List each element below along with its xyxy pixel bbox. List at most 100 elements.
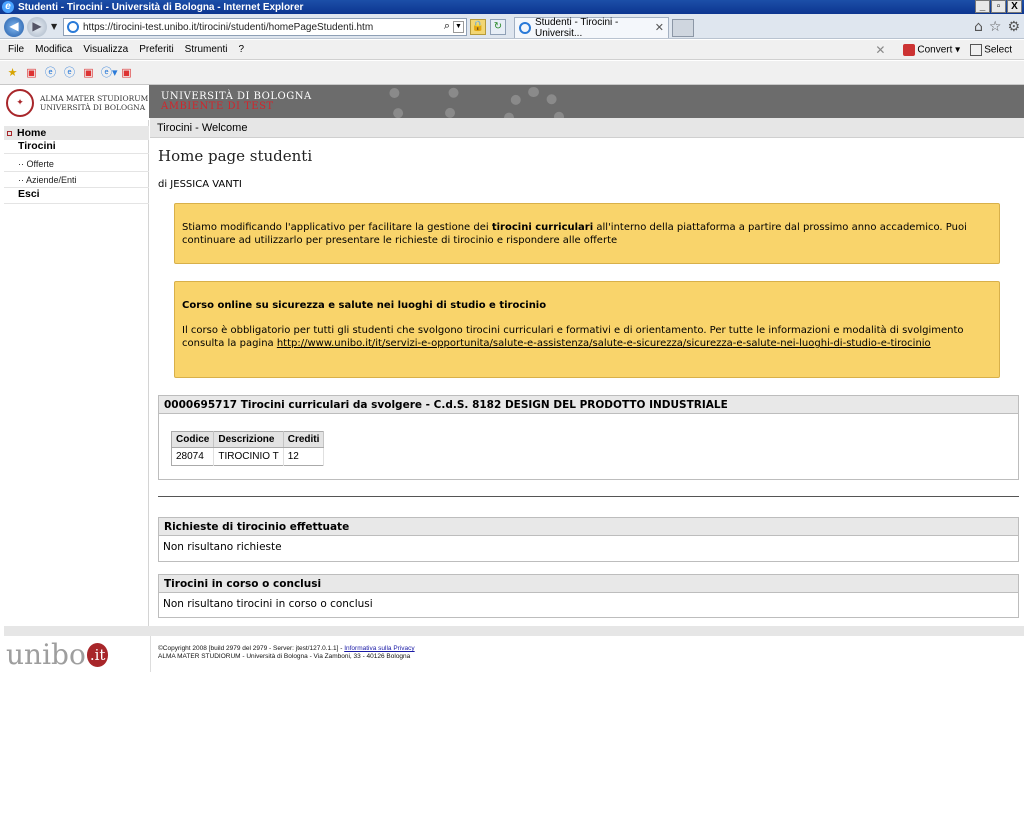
notice-title: Corso online su sicurezza e salute nei l… [182,300,547,311]
favorite-ie-icon[interactable]: ⓔ [44,66,57,79]
favorites-star-add-icon[interactable]: ★ [6,66,19,79]
alma-line1: Alma Mater Studiorum [40,93,149,103]
url-text[interactable]: https://tirocini-test.unibo.it/tirocini/… [83,22,373,33]
back-button[interactable]: ◀ [4,17,24,37]
web-page: ✦ Alma Mater Studiorum Università di Bol… [4,85,1024,817]
refresh-icon[interactable]: ↻ [490,19,506,35]
safety-course-notice: Corso online su sicurezza e salute nei l… [174,281,1000,378]
convert-icon [903,44,916,56]
convert-button[interactable]: Convert ▾ [903,44,960,56]
tab-close-icon[interactable]: ✕ [655,21,664,34]
header-band: UNIVERSITÀ DI BOLOGNA AMBIENTE DI TEST [149,85,1024,118]
info-notice: Stiamo modificando l'applicativo per fac… [174,203,1000,264]
requests-empty-text: Non risultano richieste [163,541,282,553]
footer-separator [150,636,151,672]
alma-mater-logo[interactable]: ✦ Alma Mater Studiorum Università di Bol… [4,85,149,120]
new-tab-button[interactable] [672,19,694,37]
breadcrumb: Tirocini - Welcome [150,118,1024,138]
requests-panel: Richieste di tirocinio effettuate Non ri… [158,517,1019,562]
gear-decoration-icon [504,87,564,118]
sidebar-item-aziende[interactable]: ·· Aziende/Enti [4,172,149,188]
home-icon[interactable]: ⌂ [974,19,983,35]
ongoing-panel: Tirocini in corso o conclusi Non risulta… [158,574,1019,618]
footer-text: ©Copyright 2008 [build 2979 del 2979 - S… [158,645,415,661]
address-dropdown-icon[interactable]: ▼ [453,21,464,33]
student-name: di JESSICA VANTI [158,179,242,190]
menu-strumenti[interactable]: Strumenti [185,44,228,55]
sidebar-item-home[interactable]: Home [4,126,149,140]
select-icon [970,44,983,56]
address-row: ◀ ▶ ▼ https://tirocini-test.unibo.it/tir… [0,14,1024,39]
favorite-page-icon[interactable]: ▣ [120,66,133,79]
sidebar-item-esci[interactable]: Esci [4,188,149,204]
sidebar: Home Tirocini ·· Offerte ·· Aziende/Enti… [4,120,149,626]
window-controls: _ ▫ X [975,0,1022,13]
favorites-star-icon[interactable]: ☆ [989,19,1002,35]
table-cell: TIROCINIO T [213,447,284,466]
alma-mater-text: Alma Mater Studiorum Università di Bolog… [40,94,148,112]
section-divider [158,496,1019,497]
menu-file[interactable]: File [8,44,24,55]
address-bar[interactable]: https://tirocini-test.unibo.it/tirocini/… [63,18,467,36]
toolbar-right: ✕ Convert ▾ Select [875,43,1012,57]
forward-button[interactable]: ▶ [27,17,47,37]
close-toolbar-icon[interactable]: ✕ [875,43,885,57]
page-title: Home page studenti [158,147,313,165]
gear-decoration-icon [389,85,459,118]
requests-panel-title: Richieste di tirocinio effettuate [159,518,1018,536]
column-header: Codice [171,431,215,448]
minimize-button[interactable]: _ [975,0,990,13]
courses-panel-title: 0000695717 Tirocini curriculari da svolg… [159,396,1018,414]
window-title-bar: e Studenti - Tirocini - Università di Bo… [0,0,1024,14]
search-icon[interactable]: ⌕ [444,20,450,33]
select-button[interactable]: Select [970,44,1012,56]
page-icon [67,21,79,33]
bullet-icon [7,130,12,136]
unibo-logo-text: unibo [6,638,86,671]
menu-visualizza[interactable]: Visualizza [83,44,128,55]
table-row: 28074 TIROCINIO T 12 [171,447,325,466]
footer-address: ALMA MATER STUDIORUM - Università di Bol… [158,653,411,660]
ongoing-empty-text: Non risultano tirocini in corso o conclu… [163,598,373,610]
favorite-ie-dropdown-icon[interactable]: ⓔ▾ [101,66,118,79]
menu-bar: File Modifica Visualizza Preferiti Strum… [0,40,1024,60]
privacy-link[interactable]: Informativa sulla Privacy [344,645,414,652]
environment-label: AMBIENTE DI TEST [161,101,274,112]
table-cell: 12 [283,447,325,466]
browser-tab[interactable]: Studenti - Tirocini - Universit... ✕ [514,17,669,39]
sidebar-item-offerte[interactable]: ·· Offerte [4,156,149,172]
ongoing-panel-title: Tirocini in corso o conclusi [159,575,1018,593]
alma-line2: Università di Bologna [40,102,146,112]
lock-icon[interactable]: 🔒 [470,19,486,35]
gear-icon[interactable]: ⚙ [1007,19,1020,35]
restore-button[interactable]: ▫ [991,0,1006,13]
menu-modifica[interactable]: Modifica [35,44,72,55]
sidebar-item-tirocini[interactable]: Tirocini [4,140,149,154]
unibo-logo-suffix: .it [86,642,109,667]
menu-help[interactable]: ? [238,44,244,55]
favorites-bar: ★ ▣ ⓔ ⓔ ▣ ⓔ▾ ▣ [0,61,1024,85]
notice-bold-text: tirocini curriculari [491,222,594,233]
table-header-row: Codice Descrizione Crediti [171,431,325,448]
favorite-ie-icon[interactable]: ⓔ [63,66,76,79]
select-label: Select [984,44,1012,56]
window-title: Studenti - Tirocini - Università di Bolo… [18,1,304,13]
copyright-text: ©Copyright 2008 [build 2979 del 2979 - S… [158,645,345,652]
courses-panel: 0000695717 Tirocini curriculari da svolg… [158,395,1019,480]
favorite-page-icon[interactable]: ▣ [25,66,38,79]
close-window-button[interactable]: X [1007,0,1022,13]
safety-course-link[interactable]: http://www.unibo.it/it/servizi-e-opportu… [277,338,931,349]
university-seal-icon: ✦ [6,88,34,117]
tab-title: Studenti - Tirocini - Universit... [534,17,619,39]
column-header: Descrizione [213,431,284,448]
footer-strip [4,626,1024,636]
ie-logo-icon: e [2,1,14,13]
courses-table: Codice Descrizione Crediti 28074 TIROCIN… [171,431,325,466]
menu-preferiti[interactable]: Preferiti [139,44,173,55]
unibo-logo[interactable]: unibo .it [6,638,109,671]
table-cell: 28074 [171,447,215,466]
browser-icons: ⌂ ☆ ⚙ [974,19,1020,35]
history-dropdown-icon[interactable]: ▼ [51,22,57,31]
notice-text: Stiamo modificando l'applicativo per fac… [182,222,492,233]
favorite-page-icon[interactable]: ▣ [82,66,95,79]
